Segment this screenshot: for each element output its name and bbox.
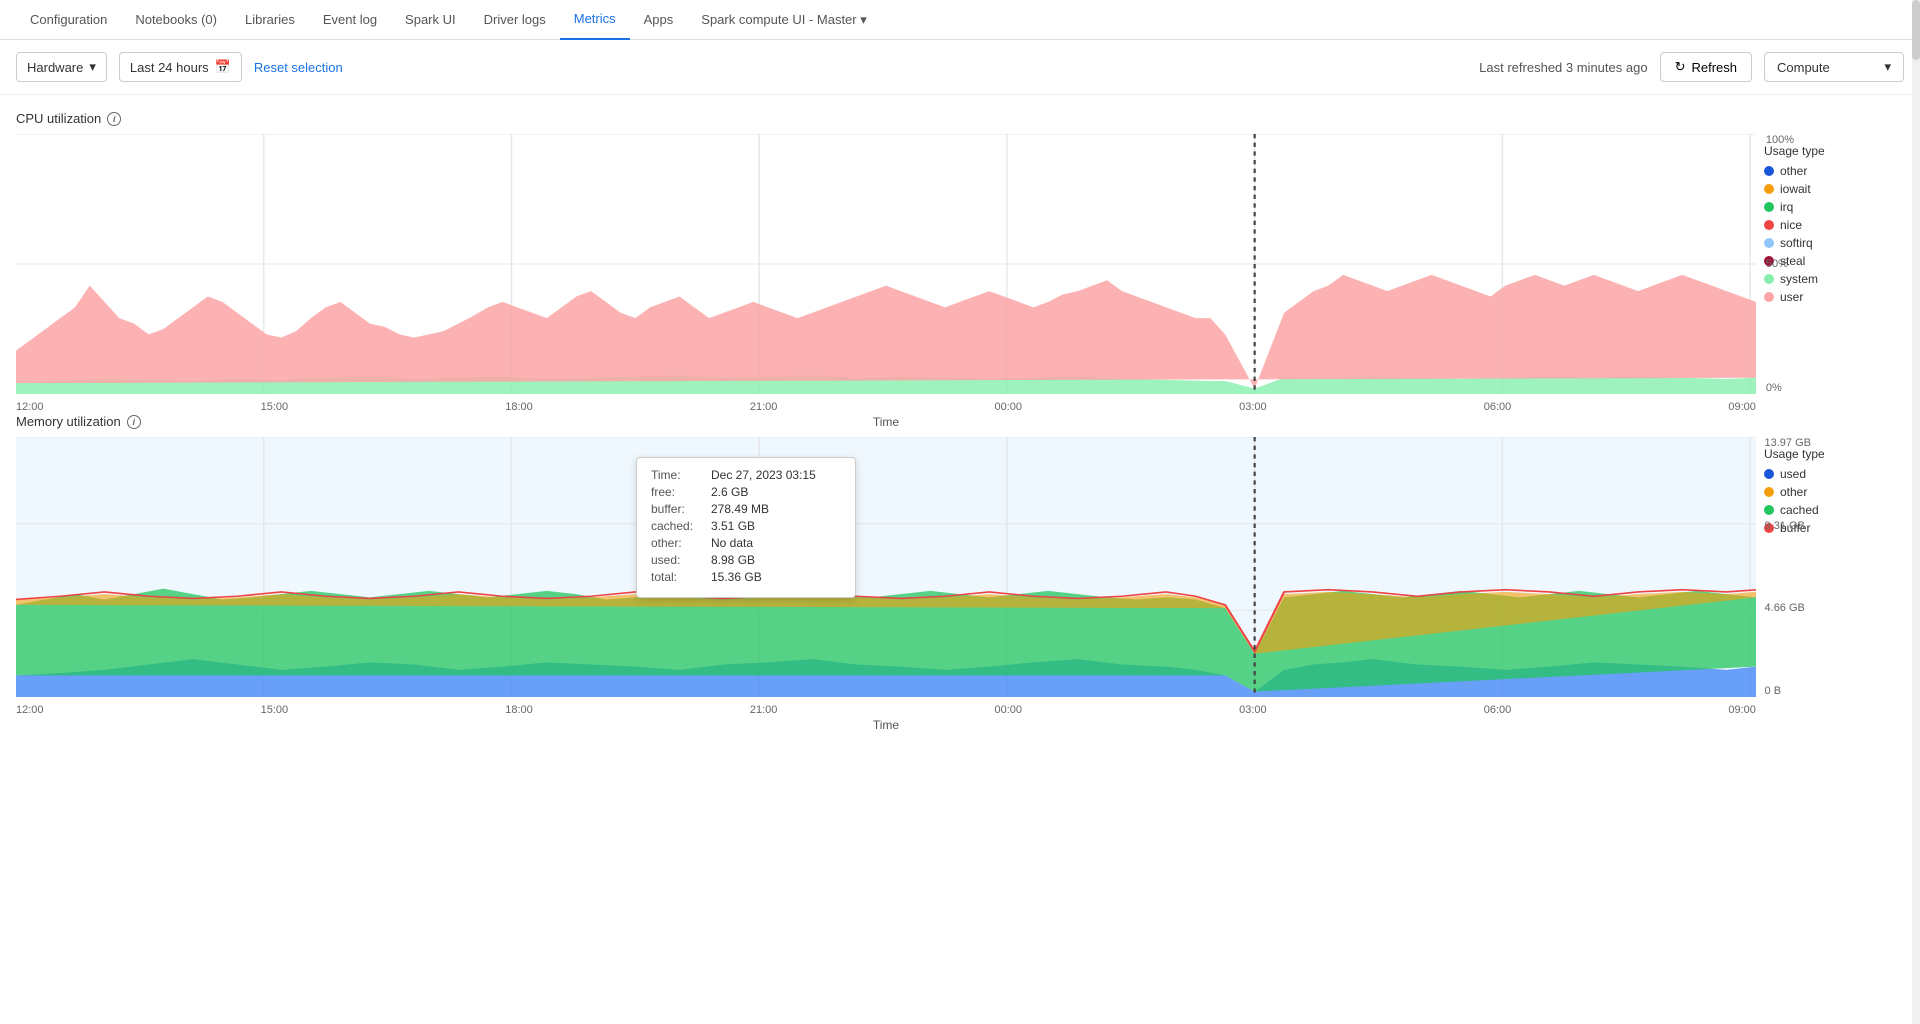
refresh-icon: ↻ [1675,59,1686,75]
cpu-chart-wrapper: 100% 50% 0% 12:00 15:00 18:00 21:00 00:0… [16,134,1904,394]
memory-chart-svg [16,437,1756,697]
time-range-label: Last 24 hours [130,60,209,75]
cpu-y-axis-labels: 100% 50% 0% [1766,134,1794,394]
tooltip-time-row: Time: Dec 27, 2023 03:15 [651,468,841,482]
memory-info-icon[interactable]: i [127,415,141,429]
nav-bar: Configuration Notebooks (0) Libraries Ev… [0,0,1920,40]
tooltip-used-val: 8.98 GB [711,553,755,567]
toolbar-right: Last refreshed 3 minutes ago ↻ Refresh C… [1479,52,1904,82]
nav-item-apps[interactable]: Apps [630,0,688,40]
nav-item-libraries[interactable]: Libraries [231,0,309,40]
tooltip-total-row: total: 15.36 GB [651,570,841,584]
tooltip-cached-val: 3.51 GB [711,519,755,533]
scrollbar[interactable] [1912,0,1920,1024]
toolbar: Hardware ▾ Last 24 hours 📅 Reset selecti… [0,40,1920,95]
tooltip-other-label: other: [651,536,703,550]
scrollbar-thumb[interactable] [1912,0,1920,60]
tooltip-buffer-label: buffer: [651,502,703,516]
tooltip-used-row: used: 8.98 GB [651,553,841,567]
nav-item-spark-ui[interactable]: Spark UI [391,0,470,40]
time-range-select[interactable]: Last 24 hours 📅 [119,52,242,82]
tooltip-used-label: used: [651,553,703,567]
hardware-label: Hardware [27,60,83,75]
cpu-info-icon[interactable]: i [107,112,121,126]
nav-item-event-log[interactable]: Event log [309,0,391,40]
memory-tooltip: Time: Dec 27, 2023 03:15 free: 2.6 GB bu… [636,457,856,598]
nav-item-spark-compute-ui[interactable]: Spark compute UI - Master ▾ [687,0,880,40]
cpu-chart-title: CPU utilization i [16,111,1904,126]
calendar-icon: 📅 [215,59,231,75]
reset-selection-button[interactable]: Reset selection [254,60,343,75]
refresh-label: Refresh [1691,60,1737,75]
memory-y-axis-labels: 13.97 GB 9.31 GB 4.66 GB 0 B [1765,437,1811,697]
tooltip-other-row: other: No data [651,536,841,550]
tooltip-free-val: 2.6 GB [711,485,748,499]
refresh-button[interactable]: ↻ Refresh [1660,52,1752,82]
memory-x-axis-labels: 12:00 15:00 18:00 21:00 00:00 03:00 06:0… [16,704,1756,716]
hardware-select[interactable]: Hardware ▾ [16,52,107,82]
tooltip-time-label: Time: [651,468,703,482]
memory-chart-area: 13.97 GB 9.31 GB 4.66 GB 0 B Time: Dec 2… [16,437,1756,697]
tooltip-cached-row: cached: 3.51 GB [651,519,841,533]
cpu-chart-section: CPU utilization i [16,111,1904,394]
hardware-chevron-icon: ▾ [89,59,96,75]
tooltip-total-label: total: [651,570,703,584]
tooltip-other-val: No data [711,536,753,550]
compute-select[interactable]: Compute ▾ [1764,52,1904,82]
memory-chart-title: Memory utilization i [16,414,1904,429]
cpu-chart-svg [16,134,1756,394]
tooltip-cached-label: cached: [651,519,703,533]
tooltip-total-val: 15.36 GB [711,570,762,584]
compute-chevron-icon: ▾ [1884,59,1891,75]
memory-chart-section: Memory utilization i [16,414,1904,697]
cpu-chart-area: 100% 50% 0% 12:00 15:00 18:00 21:00 00:0… [16,134,1756,394]
tooltip-buffer-row: buffer: 278.49 MB [651,502,841,516]
compute-label: Compute [1777,60,1830,75]
tooltip-free-label: free: [651,485,703,499]
nav-item-driver-logs[interactable]: Driver logs [470,0,560,40]
nav-item-notebooks[interactable]: Notebooks (0) [121,0,231,40]
nav-item-metrics[interactable]: Metrics [560,0,630,40]
last-refresh-text: Last refreshed 3 minutes ago [1479,60,1647,75]
tooltip-free-row: free: 2.6 GB [651,485,841,499]
memory-x-axis-title: Time [16,718,1756,732]
nav-item-configuration[interactable]: Configuration [16,0,121,40]
tooltip-time-val: Dec 27, 2023 03:15 [711,468,816,482]
tooltip-buffer-val: 278.49 MB [711,502,769,516]
main-content: CPU utilization i [0,95,1920,713]
memory-chart-wrapper: 13.97 GB 9.31 GB 4.66 GB 0 B Time: Dec 2… [16,437,1904,697]
cpu-x-axis-labels: 12:00 15:00 18:00 21:00 00:00 03:00 06:0… [16,401,1756,413]
